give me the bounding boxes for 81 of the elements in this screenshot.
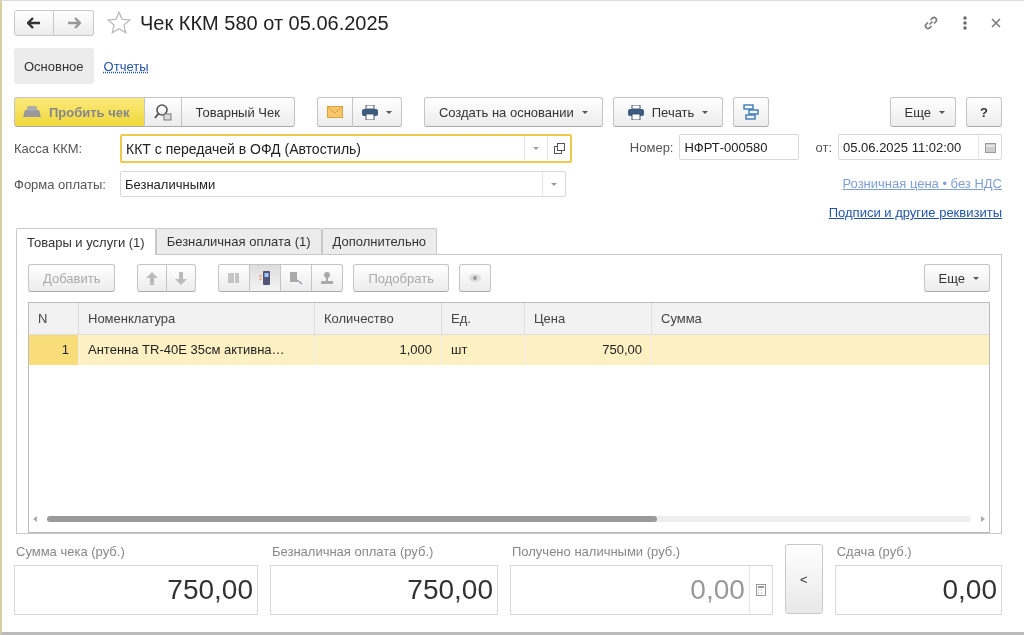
- envelope-icon: [326, 106, 343, 118]
- tab[interactable]: Дополнительно: [321, 228, 438, 254]
- print-button[interactable]: Печать: [612, 97, 724, 127]
- arrow-left-icon: [27, 17, 41, 29]
- total-label: Сдача (руб.): [836, 544, 913, 559]
- section-link[interactable]: Отчеты: [103, 48, 149, 84]
- total-field[interactable]: 750,00: [269, 565, 498, 615]
- open-window-icon: [553, 143, 565, 154]
- arrow-up-icon: [146, 271, 159, 285]
- dropdown-caret-icon: [533, 147, 539, 150]
- date-field[interactable]: 05.06.2025 11:02:00: [838, 134, 1002, 160]
- field-label: Касса ККМ:: [14, 141, 84, 156]
- caret-icon: [581, 110, 588, 114]
- field-label: от:: [815, 139, 832, 155]
- scrollbar-thumb[interactable]: [47, 516, 657, 522]
- link[interactable]: Подписи и другие реквизиты: [828, 205, 1002, 220]
- caret-icon: [385, 110, 392, 114]
- calendar-icon: [984, 141, 996, 153]
- field-label: Форма оплаты:: [14, 176, 107, 192]
- create-based-on-button[interactable]: Создать на основании: [423, 97, 603, 127]
- column-header[interactable]: N: [29, 303, 79, 334]
- number-field[interactable]: НФРТ-000580: [679, 134, 800, 160]
- print-menu-button[interactable]: [352, 97, 402, 127]
- scroll-left-icon[interactable]: [33, 516, 37, 522]
- back-button[interactable]: [14, 10, 54, 36]
- column-header[interactable]: Сумма: [652, 303, 989, 334]
- structure-button[interactable]: [733, 97, 770, 127]
- magnifier-icon: [153, 103, 172, 121]
- scale-button[interactable]: [312, 264, 344, 292]
- section-tab[interactable]: Основное: [14, 48, 94, 84]
- table-cell: 1,000: [315, 335, 442, 365]
- eye-icon: [467, 273, 482, 283]
- caret-icon: [939, 110, 946, 114]
- more-vertical-icon[interactable]: [962, 15, 968, 31]
- column-header[interactable]: Номенклатура: [79, 303, 315, 334]
- scroll-right-icon[interactable]: [981, 516, 985, 522]
- total-field[interactable]: 750,00: [14, 565, 258, 615]
- hierarchy-icon: [743, 104, 760, 120]
- register-field[interactable]: ККТ с передачей в ОФД (Автостиль): [120, 134, 572, 163]
- scale-icon: [320, 271, 335, 285]
- cash-register-icon: [23, 106, 41, 118]
- total-label: Безналичная оплата (руб.): [271, 544, 435, 559]
- scanner-icon: [258, 270, 273, 286]
- move-down-button[interactable]: [167, 264, 197, 292]
- arrow-down-icon: [175, 271, 188, 285]
- link-icon[interactable]: [922, 14, 940, 32]
- column-header[interactable]: Количество: [315, 303, 442, 334]
- tab[interactable]: Безналичная оплата (1): [155, 228, 322, 254]
- printer-icon: [361, 104, 378, 120]
- dropdown-caret-icon: [551, 182, 557, 186]
- table-cell: 1: [29, 335, 79, 365]
- printer-icon: [627, 104, 644, 120]
- payment-form-field[interactable]: Безналичными: [120, 171, 566, 197]
- window-title: Чек ККМ 580 от 05.06.2025: [140, 11, 389, 35]
- move-up-button[interactable]: [137, 264, 168, 292]
- table-row[interactable]: 1 Антенна TR-40E 35см активна… 1,000 шт 750,00: [29, 335, 989, 365]
- table-cell: 750,00: [525, 335, 652, 365]
- preview-button[interactable]: [144, 97, 182, 127]
- total-label: Сумма чека (руб.): [16, 544, 126, 559]
- column-header[interactable]: Цена: [525, 303, 652, 334]
- tab[interactable]: Товары и услуги (1): [16, 228, 156, 255]
- field-label: Номер:: [629, 139, 674, 155]
- total-label: Получено наличными (руб.): [512, 544, 682, 559]
- arrow-right-icon: [66, 17, 81, 29]
- caret-icon: [702, 110, 709, 114]
- change-button[interactable]: <: [784, 544, 823, 614]
- close-icon[interactable]: [990, 17, 1002, 29]
- receipt-button[interactable]: Товарный Чек: [181, 97, 295, 127]
- more-button[interactable]: Еще: [889, 97, 957, 127]
- email-button[interactable]: [316, 97, 353, 127]
- table-more-button[interactable]: Еще: [923, 264, 990, 292]
- view-button[interactable]: [458, 264, 491, 292]
- scanner-button[interactable]: [250, 264, 282, 292]
- column-header[interactable]: Ед.: [442, 303, 525, 334]
- table-cell: шт: [442, 335, 525, 365]
- caret-icon: [973, 276, 979, 280]
- help-button[interactable]: ?: [966, 97, 1002, 127]
- table-cell: Антенна TR-40E 35см активна…: [79, 335, 315, 365]
- star-icon[interactable]: [106, 10, 132, 36]
- total-field[interactable]: 0,00: [834, 565, 1002, 615]
- calculator-icon: [755, 584, 766, 596]
